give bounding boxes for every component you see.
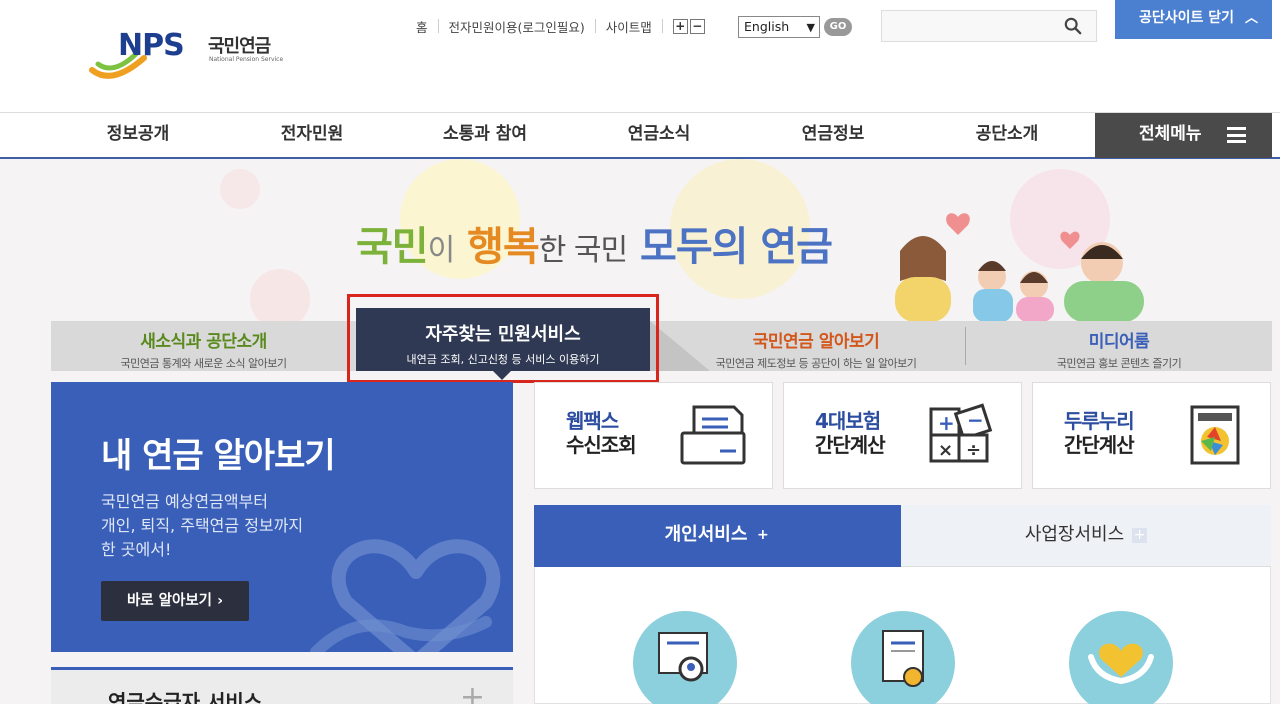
language-select-value: English [744, 19, 790, 34]
divider [661, 19, 663, 33]
logo-text: NPS [118, 28, 185, 63]
my-pension-card: 내 연금 알아보기 국민연금 예상연금액부터 개인, 퇴직, 주택연금 정보까지… [51, 382, 513, 652]
recipient-service-title: 연금수급자 서비스 [108, 690, 263, 704]
heart-hands-icon[interactable] [1069, 611, 1173, 704]
heart-hand-icon [310, 539, 501, 652]
quick-durunuri-calc[interactable]: 두루누리 간단계산 [1032, 382, 1271, 489]
my-pension-desc: 국민연금 예상연금액부터 개인, 퇴직, 주택연금 정보까지 한 곳에서! [101, 492, 304, 559]
svg-text:+: + [938, 411, 955, 435]
svg-text:×: × [938, 440, 953, 461]
nav-pension-news[interactable]: 연금소식 [579, 113, 739, 158]
tab-personal-service[interactable]: 개인서비스 + [534, 505, 901, 575]
chevron-up-icon: ︿ [1244, 11, 1258, 26]
language-go-button[interactable]: GO [824, 18, 852, 36]
durunuri-icon [1190, 405, 1240, 465]
plus-icon: + [1132, 526, 1148, 543]
tab-frequent-services[interactable]: 자주찾는 민원서비스 내연금 조회, 신고신청 등 서비스 이용하기 [356, 308, 650, 380]
logo-english-text: National Pension Service [209, 56, 284, 63]
search-icon[interactable] [1064, 17, 1082, 35]
my-pension-title: 내 연금 알아보기 [101, 436, 336, 476]
font-increase-button[interactable]: + [672, 18, 688, 34]
document-search-icon[interactable] [633, 611, 737, 704]
close-site-button[interactable]: 공단사이트 닫기 ︿ [1115, 0, 1272, 39]
nav-pension-info[interactable]: 연금정보 [753, 113, 913, 158]
all-menu-button[interactable]: 전체메뉴 [1095, 113, 1272, 158]
hamburger-icon [1227, 127, 1246, 143]
quick-webfax[interactable]: 웹팩스 수신조회 [534, 382, 773, 489]
nav-e-service[interactable]: 전자민원 [232, 113, 392, 158]
tab-business-service[interactable]: 사업장서비스 + [901, 505, 1271, 567]
logo-korean-text: 국민연금 [208, 36, 271, 57]
my-pension-go-button[interactable]: 바로 알아보기 › [101, 581, 249, 621]
personal-service-panel [534, 567, 1271, 704]
tab-media-room[interactable]: 미디어룸 국민연금 홍보 콘텐츠 즐기기 [966, 321, 1272, 371]
nav-communication[interactable]: 소통과 참여 [405, 113, 565, 158]
plus-icon[interactable]: + [460, 680, 485, 704]
close-site-label: 공단사이트 닫기 [1139, 10, 1235, 26]
nps-logo[interactable]: NPS 국민연금 National Pension Service [88, 26, 298, 84]
nav-info-disclosure[interactable]: 정보공개 [58, 113, 218, 158]
calculator-icon: + − × ÷ [929, 403, 993, 463]
search-input[interactable] [881, 10, 1097, 42]
font-size-controls: + − [672, 18, 705, 34]
plus-icon: + [757, 526, 769, 543]
hero-section: 국민이 행복한 국민 모두의 연금 새소식과 공단소개 국민연금 통계와 새로운… [0, 159, 1280, 704]
utility-links: 홈 전자민원이용(로그인필요) 사이트맵 + − [416, 16, 705, 36]
tab-shadow [650, 321, 710, 371]
service-tabs: 개인서비스 + 사업장서비스 + [534, 505, 1271, 575]
language-select[interactable]: English ▼ [738, 16, 820, 38]
fax-icon [680, 405, 746, 465]
divider [594, 19, 596, 33]
main-navigation: 정보공개 전자민원 소통과 참여 연금소식 연금정보 공단소개 전체메뉴 [0, 112, 1280, 159]
svg-text:÷: ÷ [966, 440, 981, 461]
recipient-service-panel[interactable]: 연금수급자 서비스 + [51, 667, 513, 704]
divider [437, 19, 439, 33]
tab-news-about[interactable]: 새소식과 공단소개 국민연금 통계와 새로운 소식 알아보기 [51, 321, 356, 371]
util-home-link[interactable]: 홈 [416, 17, 428, 36]
divider [965, 327, 966, 365]
hero-slogan: 국민이 행복한 국민 모두의 연금 [356, 224, 833, 270]
svg-text:−: − [967, 408, 984, 432]
tab-active-indicator [493, 371, 511, 380]
certificate-icon[interactable] [851, 611, 955, 704]
util-sitemap-link[interactable]: 사이트맵 [606, 17, 652, 36]
nav-about[interactable]: 공단소개 [927, 113, 1087, 158]
all-menu-label: 전체메뉴 [1139, 124, 1202, 144]
site-header: NPS 국민연금 National Pension Service 홈 전자민원… [0, 0, 1280, 112]
tab-learn-pension[interactable]: 국민연금 알아보기 국민연금 제도정보 등 공단이 하는 일 알아보기 [666, 321, 966, 371]
chevron-down-icon: ▼ [806, 21, 815, 34]
util-eservice-link[interactable]: 전자민원이용(로그인필요) [449, 17, 585, 36]
font-decrease-button[interactable]: − [689, 18, 705, 34]
quick-4insurance-calc[interactable]: 4대보험 간단계산 + − × ÷ [783, 382, 1022, 489]
